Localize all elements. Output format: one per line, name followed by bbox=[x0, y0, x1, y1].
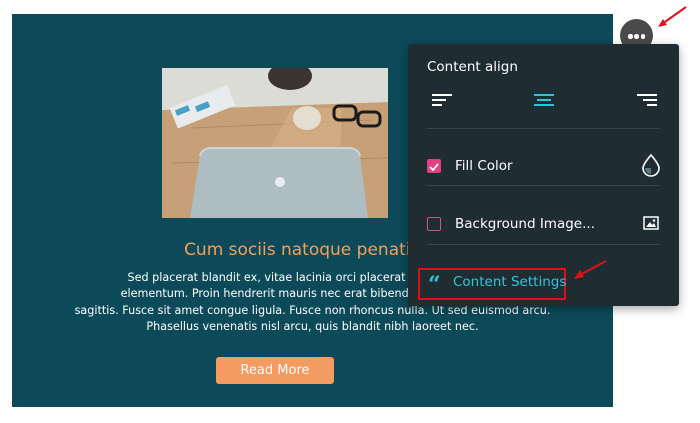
arrow-annotation-icon bbox=[574, 260, 607, 279]
content-options-panel: Content align Fill Color Background Imag… bbox=[408, 44, 679, 306]
read-more-button[interactable]: Read More bbox=[216, 357, 334, 384]
background-image-label[interactable]: Background Image... bbox=[455, 216, 595, 232]
drop-icon[interactable] bbox=[640, 153, 662, 177]
quote-icon[interactable]: “ bbox=[428, 274, 441, 296]
divider bbox=[427, 128, 660, 129]
card-body-line: Phasellus venenatis nisl arcu, quis blan… bbox=[146, 319, 479, 333]
arrow-annotation-icon bbox=[658, 6, 687, 27]
panel-title: Content align bbox=[427, 59, 518, 75]
fill-color-checkbox[interactable] bbox=[427, 159, 441, 173]
dot-icon bbox=[634, 34, 639, 39]
align-center-icon[interactable] bbox=[534, 93, 554, 109]
align-right-icon[interactable] bbox=[637, 93, 657, 109]
divider bbox=[427, 244, 660, 245]
content-settings-button[interactable]: Content Settings bbox=[453, 274, 566, 290]
divider bbox=[427, 185, 660, 186]
align-left-icon[interactable] bbox=[432, 93, 452, 109]
fill-color-label[interactable]: Fill Color bbox=[455, 158, 513, 174]
laptop-photo bbox=[162, 68, 388, 218]
image-icon[interactable] bbox=[643, 216, 659, 230]
background-image-checkbox[interactable] bbox=[427, 217, 441, 231]
dot-icon bbox=[628, 34, 633, 39]
dot-icon bbox=[640, 34, 646, 39]
